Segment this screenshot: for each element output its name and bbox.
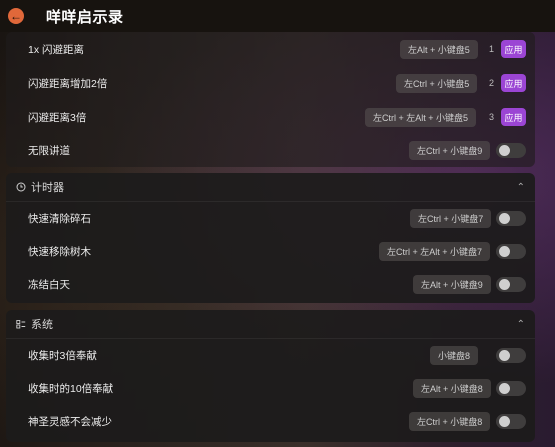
cheat-label: 1x 闪避距离 [28,43,85,56]
level-number: 1 [489,44,495,54]
cheat-label: 闪避距离增加2倍 [28,77,108,90]
cheat-row: 1x 闪避距离 左Alt + 小键盘5 1 应用 [6,32,535,66]
timer-section: 计时器 ⌃ 快速清除碎石 左Ctrl + 小键盘7 快速移除树木 左Ctrl +… [6,173,535,303]
cheat-label: 收集时3倍奉献 [28,350,97,362]
cheat-row: 闪避距离3倍 左Ctrl + 左Alt + 小键盘5 3 应用 [6,100,535,134]
cheat-label: 快速移除树木 [28,246,91,258]
hotkey-badge[interactable]: 左Ctrl + 左Alt + 小键盘7 [379,242,491,261]
toggle-switch[interactable] [496,277,526,292]
hotkey-badge[interactable]: 左Alt + 小键盘9 [413,275,491,294]
toggle-switch[interactable] [496,143,526,158]
toggle-switch[interactable] [496,348,526,363]
chevron-up-icon[interactable]: ⌃ [517,182,525,193]
cheat-row: 神圣灵感不会减少 左Ctrl + 小键盘8 [6,405,535,438]
system-section: 系统 ⌃ 收集时3倍奉献 小键盘8 收集时的10倍奉献 左Alt + 小键盘8 … [6,310,535,442]
cheat-row: 收集时3倍奉献 小键盘8 [6,339,535,372]
cheat-row: 快速清除碎石 左Ctrl + 小键盘7 [6,202,535,235]
cheat-row: 快速移除树木 左Ctrl + 左Alt + 小键盘7 [6,235,535,268]
cheat-label: 收集时的10倍奉献 [28,383,114,395]
section-title: 系统 [31,319,53,331]
hotkey-badge[interactable]: 左Ctrl + 小键盘9 [409,141,491,160]
cheat-row: 冻结白天 左Alt + 小键盘9 [6,268,535,301]
cheat-row: 收集时的10倍奉献 左Alt + 小键盘8 [6,372,535,405]
section-header[interactable]: 系统 ⌃ [6,310,535,338]
system-icon [16,320,26,329]
hotkey-badge[interactable]: 左Ctrl + 小键盘8 [409,412,491,431]
chevron-up-icon[interactable]: ⌃ [517,319,525,330]
section-title: 计时器 [31,182,64,194]
hotkey-badge[interactable]: 左Alt + 小键盘8 [413,379,491,398]
cheat-label: 无限讲道 [28,145,70,157]
page-title: 咩咩启示录 [46,8,124,26]
hotkey-badge[interactable]: 左Ctrl + 小键盘5 [396,73,478,93]
apply-button[interactable]: 应用 [501,40,526,58]
apply-button[interactable]: 应用 [501,74,526,92]
hotkey-badge[interactable]: 左Alt + 小键盘5 [400,39,478,59]
hotkey-badge[interactable]: 左Ctrl + 左Alt + 小键盘5 [365,107,477,127]
cheat-row: 无限讲道 左Ctrl + 小键盘9 [6,134,535,167]
back-button[interactable]: ← [8,8,24,24]
arrow-left-icon: ← [10,9,22,23]
hotkey-badge[interactable]: 左Ctrl + 小键盘7 [410,209,492,228]
cheat-label: 冻结白天 [28,279,70,291]
cheat-row: 闪避距离增加2倍 左Ctrl + 小键盘5 2 应用 [6,66,535,100]
cheat-label: 闪避距离3倍 [28,111,87,124]
toggle-switch[interactable] [496,381,526,396]
cheat-label: 快速清除碎石 [28,213,91,225]
clock-icon [16,182,26,192]
teleport-section: 1x 闪避距离 左Alt + 小键盘5 1 应用 闪避距离增加2倍 左Ctrl … [6,32,535,167]
hotkey-badge[interactable]: 小键盘8 [430,346,479,365]
level-number: 3 [489,112,495,122]
toggle-switch[interactable] [496,414,526,429]
app-header: ← 咩咩启示录 [0,0,555,32]
toggle-switch[interactable] [496,244,526,259]
apply-button[interactable]: 应用 [501,108,526,126]
cheat-label: 神圣灵感不会减少 [28,416,112,428]
level-number: 2 [489,78,495,88]
section-header[interactable]: 计时器 ⌃ [6,173,535,201]
toggle-switch[interactable] [496,211,526,226]
